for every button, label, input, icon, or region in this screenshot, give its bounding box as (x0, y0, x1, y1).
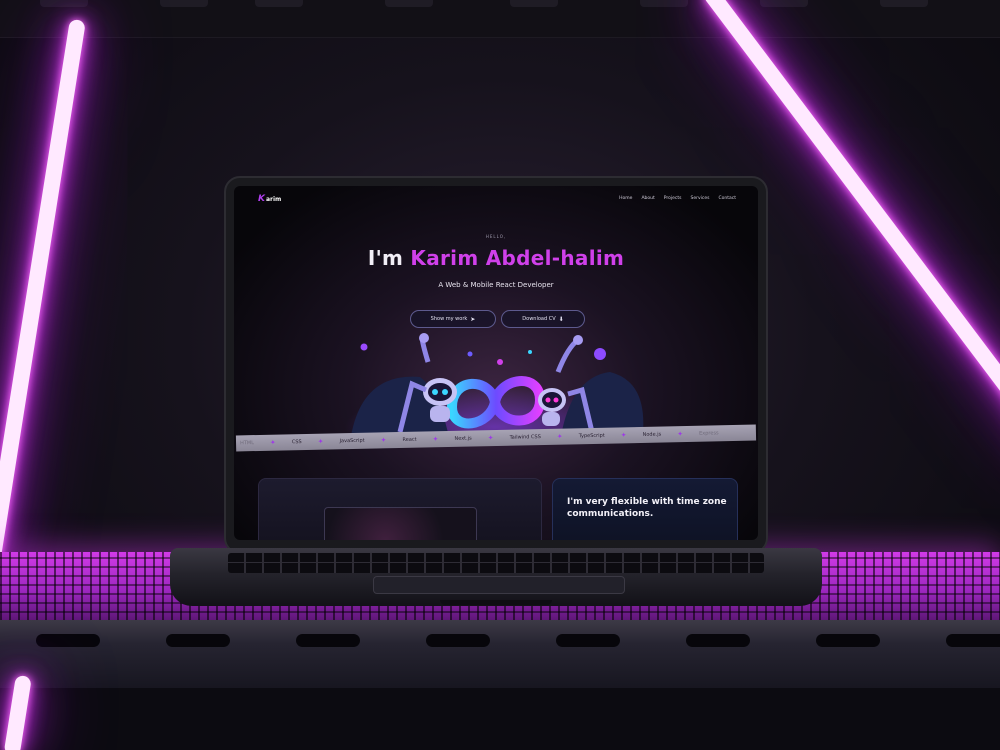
shelf-slot (640, 0, 688, 7)
shelf-slot (686, 634, 750, 647)
marquee-item: React (402, 436, 417, 443)
marquee-item: Tailwind CSS (509, 434, 541, 441)
logo-mark: K (258, 194, 265, 204)
marquee-item: TypeScript (578, 432, 605, 440)
shelf-slot (40, 0, 88, 7)
shelf-front-panel (0, 620, 1000, 688)
hero-headline: I'm Karim Abdel-halim (234, 246, 758, 270)
marquee-item: Express (699, 430, 719, 437)
orb (528, 350, 532, 354)
top-shelf (0, 0, 1000, 38)
shelf-slot (816, 634, 880, 647)
headline-name: Karim Abdel-halim (410, 246, 625, 270)
marquee-item: Node.js (642, 431, 662, 438)
laptop-screen: Karim Home About Projects Services Conta… (234, 186, 758, 540)
show-my-work-label: Show my work (430, 316, 468, 322)
sparkle-icon: ✦ (677, 430, 684, 439)
shelf-slot (255, 0, 303, 7)
robot-illustration (345, 333, 645, 442)
project-preview-card[interactable] (258, 478, 542, 540)
shelf-slot (36, 634, 100, 647)
keyboard-row-divider (228, 562, 764, 563)
nav-link-about[interactable]: About (641, 196, 654, 201)
sparkle-icon: ✦ (620, 431, 627, 440)
download-cv-button[interactable]: Download CV ⬇ (501, 310, 585, 328)
shelf-slot (296, 634, 360, 647)
orb (467, 351, 473, 357)
nav-link-contact[interactable]: Contact (718, 196, 736, 201)
shelf-slot (510, 0, 558, 7)
shelf-slot (760, 0, 808, 7)
site-logo[interactable]: Karim (258, 194, 281, 204)
timezone-card-text: I'm very flexible with time zone communi… (567, 497, 727, 519)
headline-prefix: I'm (367, 246, 411, 270)
laptop-trackpad (373, 576, 625, 594)
shelf-slot (385, 0, 433, 7)
nav-link-services[interactable]: Services (691, 196, 710, 201)
show-my-work-button[interactable]: Show my work ➤ (410, 310, 496, 328)
laptop-keyboard (228, 553, 764, 573)
logo-text: arim (265, 196, 282, 203)
sparkle-icon: ✦ (556, 432, 563, 441)
orb (594, 348, 606, 360)
shelf-slot (160, 0, 208, 7)
site-nav: Home About Projects Services Contact (619, 196, 736, 201)
marquee-item: HTML (239, 440, 255, 447)
timezone-card: I'm very flexible with time zone communi… (552, 478, 738, 540)
orb (360, 343, 368, 351)
shelf-slot (166, 634, 230, 647)
nav-link-home[interactable]: Home (619, 196, 632, 201)
send-icon: ➤ (470, 315, 476, 323)
neon-light-left (0, 18, 86, 575)
floor (0, 688, 1000, 750)
sparkle-icon: ✦ (432, 435, 439, 444)
nav-link-projects[interactable]: Projects (664, 196, 682, 201)
laptop-front-notch (440, 600, 552, 605)
project-preview-image (324, 507, 477, 540)
download-cv-label: Download CV (522, 316, 556, 322)
shelf-slot (946, 634, 1000, 647)
sparkle-icon: ✦ (487, 434, 494, 443)
marquee-item: Next.js (454, 435, 472, 442)
marquee-item: CSS (291, 439, 302, 446)
hero-greeting: HELLO, (485, 234, 507, 239)
shelf-slot (880, 0, 928, 7)
download-icon: ⬇ (558, 315, 564, 323)
sparkle-icon: ✦ (380, 436, 387, 445)
hero-subtitle: A Web & Mobile React Developer (438, 281, 554, 289)
orb (497, 359, 503, 365)
shelf-slot (556, 634, 620, 647)
marquee-item: JavaScript (339, 437, 365, 445)
sparkle-icon: ✦ (317, 437, 324, 446)
shelf-slot (426, 634, 490, 647)
sparkle-icon: ✦ (269, 438, 276, 447)
